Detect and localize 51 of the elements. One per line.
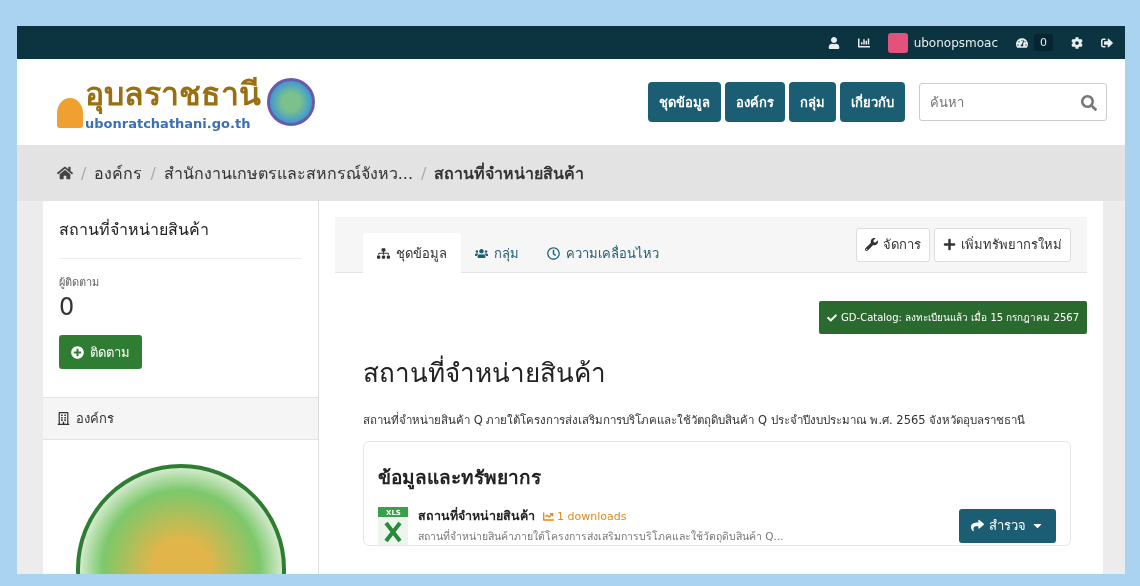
- wrench-icon: [865, 238, 878, 251]
- add-resource-button[interactable]: เพิ่มทรัพยากรใหม่: [934, 227, 1071, 262]
- nav-button[interactable]: ชุดข้อมูล: [648, 82, 721, 122]
- notification-count: 0: [1034, 34, 1053, 51]
- followers-count: 0: [59, 293, 76, 321]
- dashboard-icon[interactable]: [1016, 36, 1028, 49]
- check-icon: [827, 312, 838, 323]
- resource-link[interactable]: สถานที่จำหน่ายสินค้า: [418, 506, 535, 526]
- dataset-description: สถานที่จำหน่ายสินค้า Q ภายใต้โครงการส่งเสริมการบริโภคและใช้วัตถุดิบสินค้า Q ประจำปีงบประมาณ พ.ศ. 2565 จังหวัดอุบลราชธานี: [363, 411, 1027, 429]
- breadcrumb-separator: /: [421, 163, 427, 183]
- sidebar-title: สถานที่จำหน่ายสินค้า: [59, 217, 302, 259]
- share-icon: [971, 519, 984, 532]
- search-field[interactable]: ค้นหา: [919, 83, 1107, 121]
- breadcrumb-link[interactable]: สำนักงานเกษตรและสหกรณ์จังหว...: [163, 160, 414, 186]
- nav-button[interactable]: องค์กร: [725, 82, 785, 122]
- user-icon[interactable]: [827, 36, 840, 49]
- chart-icon[interactable]: [857, 36, 870, 49]
- logo-title: อุบลราชธานี: [85, 73, 261, 116]
- catalog-text: GD-Catalog: ลงทะเบียนแล้ว เมื่อ 15 กรกฎาคม 2567: [841, 310, 1079, 325]
- clock-icon: [547, 246, 560, 260]
- nav-button[interactable]: กลุ่ม: [789, 82, 836, 122]
- followers-label: ผู้ติดตาม: [59, 275, 100, 291]
- tab[interactable]: กลุ่ม: [461, 233, 533, 273]
- seal-drawing: [267, 78, 315, 126]
- dataset-title: สถานที่จำหน่ายสินค้า: [363, 352, 1087, 393]
- breadcrumb-separator: /: [81, 163, 87, 183]
- home-icon[interactable]: [57, 165, 73, 181]
- building-icon: [57, 412, 70, 425]
- trend-icon: [543, 510, 554, 522]
- search-icon[interactable]: [1081, 95, 1097, 111]
- sitemap-icon: [377, 246, 390, 260]
- resource-description: สถานที่จำหน่ายสินค้าภายใต้โครงการส่งเสริมการบริโภคและใช้วัตถุดิบสินค้า Q...: [418, 528, 785, 545]
- tab[interactable]: ชุดข้อมูล: [363, 233, 461, 273]
- resources-heading: ข้อมูลและทรัพยากร: [378, 465, 542, 492]
- breadcrumb-separator: /: [150, 163, 156, 183]
- tab[interactable]: ความเคลื่อนไหว: [533, 233, 673, 273]
- organization-heading: องค์กร: [76, 410, 114, 428]
- sign-out-icon[interactable]: [1101, 36, 1113, 49]
- users-icon: [475, 246, 488, 260]
- explore-button[interactable]: สำรวจ: [959, 508, 1056, 543]
- settings-icon[interactable]: [1071, 36, 1083, 49]
- username[interactable]: ubonopsmoac: [913, 35, 998, 50]
- download-count: 1 downloads: [543, 509, 627, 523]
- breadcrumb-link[interactable]: สถานที่จำหน่ายสินค้า: [434, 160, 585, 186]
- breadcrumb-link[interactable]: องค์กร: [94, 160, 143, 186]
- nav-button[interactable]: เกี่ยวกับ: [840, 82, 905, 122]
- logo-domain: ubonratchathani.go.th: [85, 116, 252, 132]
- avatar: [887, 32, 908, 53]
- follow-button[interactable]: ติดตาม: [59, 335, 142, 369]
- manage-button[interactable]: จัดการ: [856, 227, 930, 262]
- plus-icon: [943, 238, 956, 251]
